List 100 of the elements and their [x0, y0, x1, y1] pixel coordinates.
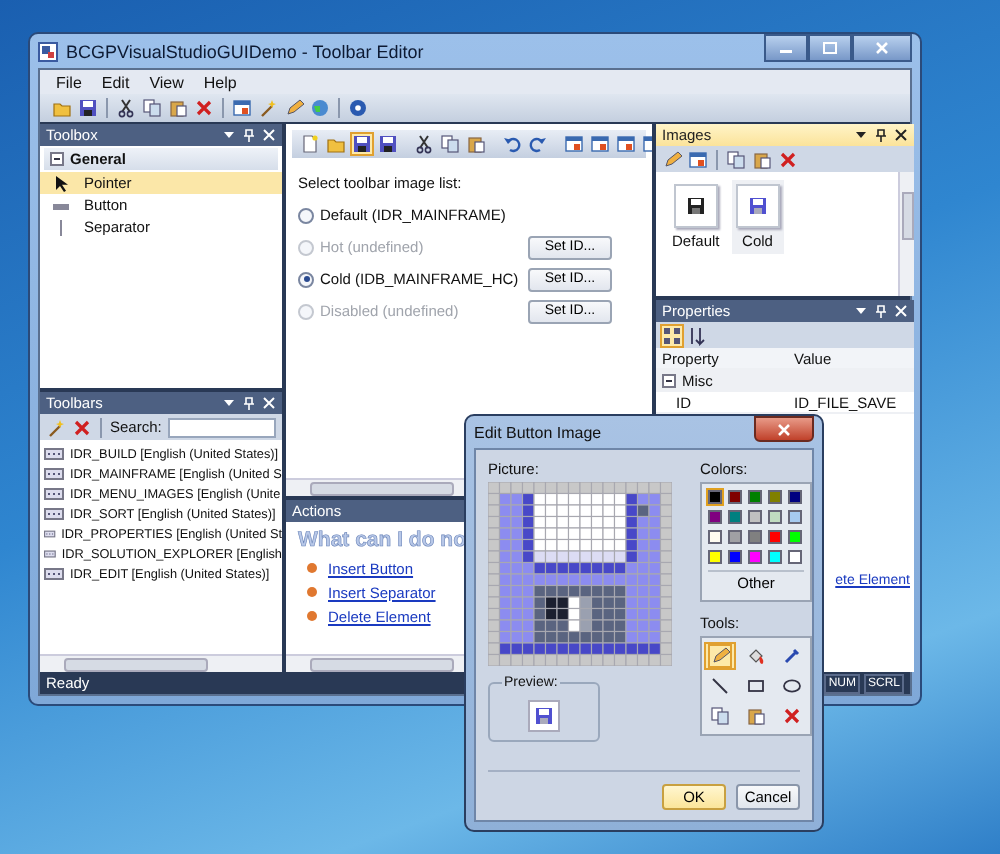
delete-icon[interactable] — [194, 98, 214, 118]
color-swatch[interactable] — [708, 490, 722, 504]
paste-icon[interactable] — [752, 149, 772, 169]
globe-icon[interactable] — [310, 98, 330, 118]
new-file-icon[interactable] — [300, 134, 320, 154]
delete-icon[interactable] — [782, 706, 802, 726]
save-icon[interactable] — [352, 134, 372, 154]
color-swatch[interactable] — [748, 550, 762, 564]
bullet-icon — [306, 610, 318, 622]
color-swatch[interactable] — [728, 550, 742, 564]
minimize-button[interactable] — [764, 34, 808, 62]
copy-icon[interactable] — [142, 98, 162, 118]
sort-icon[interactable] — [688, 325, 708, 345]
save-icon — [747, 196, 768, 216]
bullet-icon — [306, 562, 318, 574]
ellipse-icon[interactable] — [782, 676, 802, 696]
window-icon[interactable] — [232, 98, 252, 118]
line-icon[interactable] — [710, 676, 730, 696]
color-swatch[interactable] — [728, 530, 742, 544]
app-icon — [38, 41, 58, 61]
rectangle-icon[interactable] — [746, 676, 766, 696]
pencil-icon[interactable] — [710, 646, 730, 666]
copy-icon[interactable] — [710, 706, 730, 726]
collapse-icon[interactable] — [50, 152, 64, 166]
undo-icon[interactable] — [502, 134, 522, 154]
color-swatch[interactable] — [788, 550, 802, 564]
copy-icon[interactable] — [726, 149, 746, 169]
color-swatch[interactable] — [748, 510, 762, 524]
save-icon[interactable] — [378, 134, 398, 154]
collapse-icon[interactable] — [662, 373, 676, 387]
color-swatch[interactable] — [768, 530, 782, 544]
window-icon[interactable] — [616, 134, 636, 154]
save-icon — [534, 706, 554, 726]
color-swatch[interactable] — [768, 490, 782, 504]
color-swatch[interactable] — [788, 510, 802, 524]
eyedropper-icon[interactable] — [782, 646, 802, 666]
paint-bucket-icon[interactable] — [746, 646, 766, 666]
color-swatch[interactable] — [788, 530, 802, 544]
scissors-icon[interactable] — [414, 134, 434, 154]
pixel-grid[interactable] — [488, 482, 672, 666]
pencil-icon[interactable] — [284, 98, 304, 118]
toolbar-icon — [44, 568, 64, 580]
copy-icon[interactable] — [440, 134, 460, 154]
color-swatch[interactable] — [728, 490, 742, 504]
color-swatch[interactable] — [748, 530, 762, 544]
help-icon[interactable] — [348, 98, 368, 118]
vertical-scrollbar[interactable] — [898, 172, 914, 296]
dropdown-icon[interactable] — [222, 396, 236, 410]
redo-icon[interactable] — [528, 134, 548, 154]
paste-icon[interactable] — [466, 134, 486, 154]
delete-icon[interactable] — [778, 149, 798, 169]
toolbar-icon — [44, 508, 64, 520]
color-swatch[interactable] — [708, 550, 722, 564]
color-swatch[interactable] — [708, 510, 722, 524]
categorized-icon[interactable] — [662, 325, 682, 345]
close-icon — [874, 42, 890, 54]
maximize-button[interactable] — [808, 34, 852, 62]
actions-heading: What can I do no — [298, 528, 466, 552]
toolbar-icon — [44, 488, 64, 500]
window-icon[interactable] — [564, 134, 584, 154]
save-icon — [685, 196, 706, 216]
color-swatch[interactable] — [728, 510, 742, 524]
horizontal-scrollbar[interactable] — [40, 654, 282, 672]
menu-item[interactable]: File — [56, 73, 82, 91]
menu-item[interactable]: View — [149, 73, 184, 91]
wand-icon[interactable] — [258, 98, 278, 118]
menu-item[interactable]: Edit — [101, 73, 130, 91]
dialog-title: Edit Button Image — [474, 423, 602, 441]
radio-button[interactable] — [298, 207, 314, 223]
delete-icon[interactable] — [72, 417, 92, 437]
wand-icon[interactable] — [46, 417, 66, 437]
toolbar-icon — [44, 448, 64, 460]
color-swatch[interactable] — [768, 550, 782, 564]
search-field[interactable] — [167, 417, 276, 437]
maximize-icon — [822, 42, 838, 54]
radio-button[interactable] — [298, 271, 314, 287]
paste-icon[interactable] — [168, 98, 188, 118]
close-icon[interactable] — [894, 128, 908, 142]
pin-icon[interactable] — [874, 128, 888, 142]
color-swatch[interactable] — [708, 530, 722, 544]
pointer-icon — [52, 173, 72, 193]
color-swatch[interactable] — [788, 490, 802, 504]
close-icon — [776, 423, 792, 435]
paste-icon[interactable] — [746, 706, 766, 726]
color-swatch[interactable] — [748, 490, 762, 504]
close-button[interactable] — [754, 416, 814, 442]
scissors-icon[interactable] — [116, 98, 136, 118]
dropdown-icon[interactable] — [222, 128, 236, 142]
close-button[interactable] — [852, 34, 912, 62]
save-icon[interactable] — [78, 98, 98, 118]
window-title: BCGPVisualStudioGUIDemo - Toolbar Editor — [66, 41, 424, 61]
toolbar-icon — [44, 468, 64, 480]
color-swatch[interactable] — [768, 510, 782, 524]
menu-item[interactable]: Help — [203, 73, 237, 91]
dropdown-icon[interactable] — [854, 304, 868, 318]
toolbar-icon — [44, 528, 56, 540]
dropdown-icon[interactable] — [854, 128, 868, 142]
bullet-icon — [306, 586, 318, 598]
window-icon[interactable] — [590, 134, 610, 154]
window-icon[interactable] — [688, 149, 708, 169]
